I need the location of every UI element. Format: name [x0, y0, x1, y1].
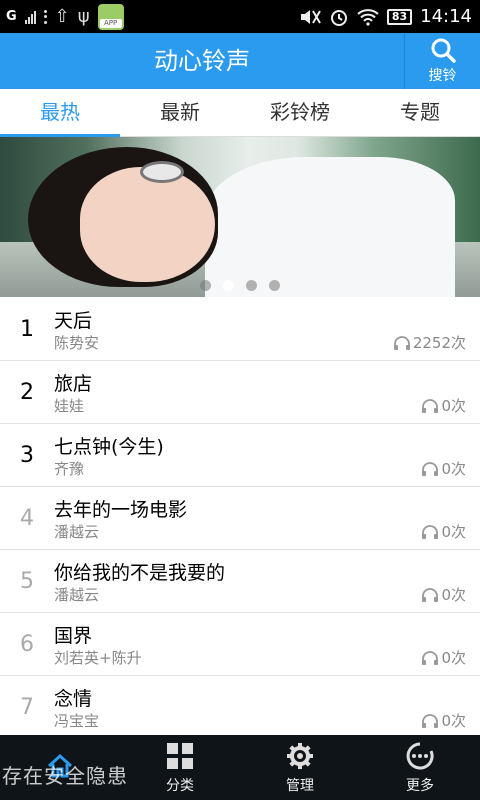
nav-category-label: 分类	[166, 777, 194, 794]
title-bar: 动心铃声 搜铃	[0, 33, 480, 89]
play-count: 0次	[421, 521, 466, 542]
more-icon	[406, 742, 434, 769]
headphones-icon	[393, 335, 410, 350]
artist-name: 陈势安	[54, 334, 100, 352]
carousel-dot[interactable]	[200, 280, 211, 291]
play-count: 0次	[421, 458, 466, 479]
rank-number: 4	[20, 506, 34, 531]
song-title: 去年的一场电影	[54, 499, 188, 521]
category-tabs: 最热 最新 彩铃榜 专题	[0, 89, 480, 137]
artist-name: 潘越云	[54, 523, 100, 541]
play-count: 0次	[421, 395, 466, 416]
network-type: G	[6, 9, 17, 24]
nav-manage[interactable]: 管理	[240, 735, 360, 800]
list-item[interactable]: 3 七点钟(今生) 齐豫 0次	[0, 424, 480, 487]
status-bar: G ⇧ ψ APP 83 14:14	[0, 0, 480, 33]
headphones-icon	[422, 650, 439, 665]
song-title: 七点钟(今生)	[54, 436, 164, 458]
security-warning-watermark: 存在安全隐患	[2, 764, 128, 788]
search-icon	[431, 38, 456, 63]
headphones-icon	[422, 587, 439, 602]
rank-number: 3	[20, 443, 34, 468]
list-item[interactable]: 5 你给我的不是我要的 潘越云 0次	[0, 550, 480, 613]
banner-carousel[interactable]	[0, 137, 480, 297]
play-count: 0次	[421, 647, 466, 668]
list-item[interactable]: 2 旅店 娃娃 0次	[0, 361, 480, 424]
rank-number: 6	[20, 632, 34, 657]
mute-icon	[300, 9, 321, 24]
home-arrow-icon: ⇧	[54, 6, 70, 27]
tab-newest[interactable]: 最新	[120, 89, 240, 136]
rank-number: 2	[20, 380, 34, 405]
battery-icon: 83	[386, 8, 413, 25]
clock: 14:14	[420, 6, 472, 27]
usb-icon: ψ	[77, 6, 90, 27]
headphones-icon	[422, 713, 439, 728]
search-button[interactable]: 搜铃	[404, 33, 480, 89]
nav-manage-label: 管理	[286, 777, 314, 794]
list-item[interactable]: 1 天后 陈势安 2252次	[0, 298, 480, 361]
song-title: 念情	[54, 688, 93, 710]
song-title: 你给我的不是我要的	[54, 562, 226, 584]
song-title: 天后	[54, 310, 93, 332]
nav-more-label: 更多	[406, 777, 434, 794]
play-count: 0次	[421, 584, 466, 605]
headphones-icon	[422, 524, 439, 539]
carousel-dot-active[interactable]	[223, 280, 234, 291]
tab-ringback-chart[interactable]: 彩铃榜	[240, 89, 360, 136]
app-title: 动心铃声	[154, 47, 250, 75]
wifi-icon	[357, 8, 379, 26]
artist-name: 娃娃	[54, 397, 85, 415]
menu-dots-icon	[43, 9, 47, 24]
song-title: 旅店	[54, 373, 93, 395]
list-item[interactable]: 7 念情 冯宝宝 0次	[0, 676, 480, 735]
signal-icon	[24, 10, 36, 24]
grid-icon	[167, 742, 193, 769]
list-item[interactable]: 6 国界 刘若英+陈升 0次	[0, 613, 480, 676]
tab-hottest[interactable]: 最热	[0, 89, 120, 137]
search-label: 搜铃	[428, 68, 457, 84]
carousel-indicator	[0, 280, 480, 291]
song-title: 国界	[54, 625, 93, 647]
nav-more[interactable]: 更多	[360, 735, 480, 800]
rank-number: 5	[20, 569, 34, 594]
ringtone-list[interactable]: 1 天后 陈势安 2252次 2 旅店 娃娃 0次 3 七点钟(今生) 齐豫 0…	[0, 298, 480, 735]
alarm-icon	[330, 9, 347, 26]
nav-category[interactable]: 分类	[120, 735, 240, 800]
play-count: 0次	[421, 710, 466, 731]
banner-photo-shirt	[205, 157, 455, 297]
app-notification-icon: APP	[97, 3, 124, 30]
play-count: 2252次	[393, 332, 466, 353]
carousel-dot[interactable]	[246, 280, 257, 291]
artist-name: 齐豫	[54, 460, 85, 478]
headphones-icon	[422, 398, 439, 413]
carousel-dot[interactable]	[269, 280, 280, 291]
headphone-graphic	[140, 161, 184, 183]
artist-name: 冯宝宝	[54, 712, 100, 730]
gear-icon	[287, 742, 313, 769]
list-item[interactable]: 4 去年的一场电影 潘越云 0次	[0, 487, 480, 550]
artist-name: 刘若英+陈升	[54, 649, 142, 667]
headphones-icon	[422, 461, 439, 476]
artist-name: 潘越云	[54, 586, 100, 604]
rank-number: 1	[20, 317, 34, 342]
tab-topics[interactable]: 专题	[360, 89, 480, 136]
rank-number: 7	[20, 695, 34, 720]
banner-photo-face	[80, 167, 215, 282]
